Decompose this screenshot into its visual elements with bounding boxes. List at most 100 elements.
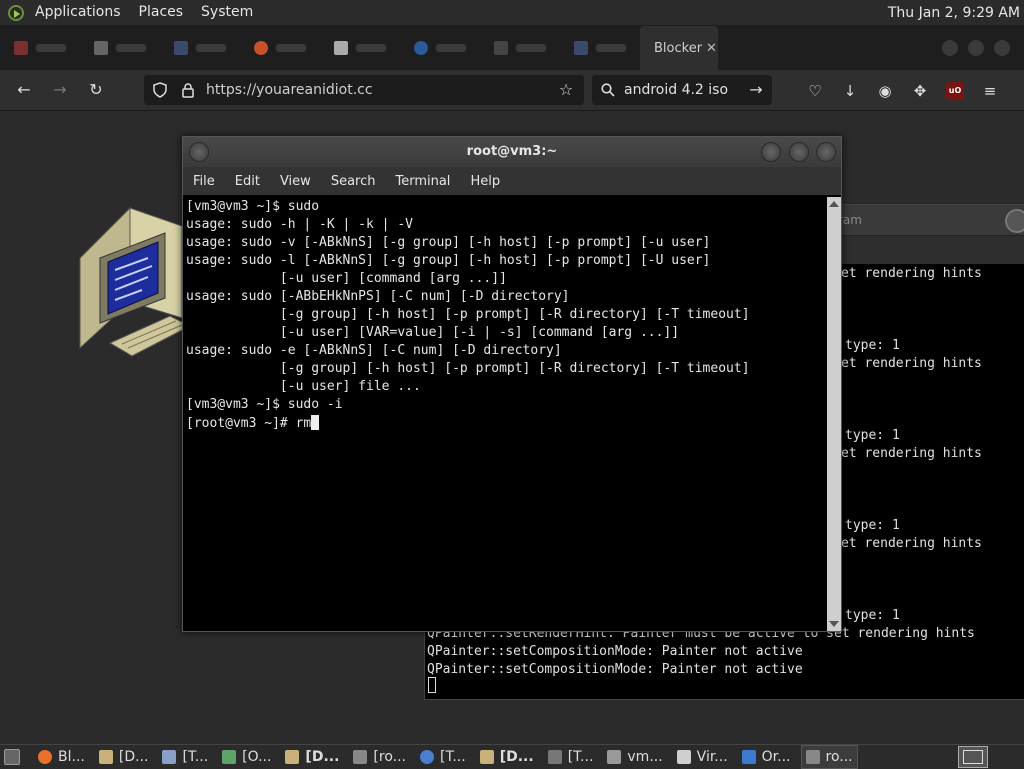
taskbar-item[interactable]: [D... xyxy=(95,746,153,768)
bg-terminal-line: et rendering hints xyxy=(841,356,982,371)
taskbar-item[interactable]: [O... xyxy=(218,746,275,768)
computer-illustration-icon xyxy=(79,206,190,357)
menu-places[interactable]: Places xyxy=(130,0,193,25)
close-tab-icon[interactable]: ✕ xyxy=(706,41,717,56)
maximize-icon[interactable] xyxy=(968,40,984,56)
search-bar[interactable]: android 4.2 iso → xyxy=(592,75,772,105)
hamburger-menu-icon[interactable]: ≡ xyxy=(981,82,999,100)
account-icon[interactable]: ◉ xyxy=(876,82,894,100)
menu-system[interactable]: System xyxy=(192,0,262,25)
menu-applications[interactable]: Applications xyxy=(26,0,130,25)
menu-search[interactable]: Search xyxy=(321,174,386,189)
close-icon[interactable] xyxy=(994,40,1010,56)
terminal-line: [-g group] [-h host] [-p prompt] [-R dir… xyxy=(186,307,750,322)
tab-favicon-icon xyxy=(14,41,28,55)
lock-icon[interactable] xyxy=(180,82,196,98)
toolbar-icons: ♡ ↓ ◉ ✥ uO ≡ xyxy=(806,82,999,100)
terminal-window[interactable]: root@vm3:~ File Edit View Search Termina… xyxy=(182,136,842,632)
terminal-line: [vm3@vm3 ~]$ sudo xyxy=(186,199,320,214)
taskbar-item[interactable]: [D... xyxy=(476,746,538,768)
document-icon xyxy=(547,750,562,764)
virtualbox-icon xyxy=(741,750,756,764)
search-text[interactable]: android 4.2 iso xyxy=(624,82,728,98)
ublock-icon[interactable]: uO xyxy=(946,82,964,100)
shield-icon[interactable] xyxy=(152,82,168,98)
taskbar-item[interactable]: Vir... xyxy=(673,746,732,768)
terminal-line: usage: sudo -h | -K | -k | -V xyxy=(186,217,413,232)
menu-terminal[interactable]: Terminal xyxy=(385,174,460,189)
reload-icon[interactable]: ↻ xyxy=(88,82,104,98)
pocket-icon[interactable]: ♡ xyxy=(806,82,824,100)
bg-terminal-cursor xyxy=(428,677,436,693)
terminal-icon xyxy=(353,750,368,764)
close-icon[interactable] xyxy=(816,142,836,162)
tab[interactable] xyxy=(560,26,640,70)
chromium-icon xyxy=(420,750,434,764)
taskbar-item[interactable]: vm... xyxy=(603,746,666,768)
taskbar-item[interactable]: Or... xyxy=(738,746,795,768)
taskbar-item[interactable]: [ro... xyxy=(349,746,410,768)
lt-icon xyxy=(334,41,348,55)
maximize-icon[interactable] xyxy=(789,142,809,162)
drop-icon xyxy=(414,41,428,55)
taskbar-item[interactable]: [T... xyxy=(416,746,470,768)
download-icon[interactable]: ↓ xyxy=(841,82,859,100)
tab-active[interactable]: Blocker ✕ xyxy=(640,26,718,70)
url-text[interactable]: https://youareanidiot.cc xyxy=(206,82,373,98)
folder-icon xyxy=(479,750,494,764)
tab[interactable] xyxy=(480,26,560,70)
clock[interactable]: Thu Jan 2, 9:29 AM xyxy=(888,5,1024,21)
workspace-switcher[interactable] xyxy=(958,746,988,768)
tab[interactable] xyxy=(80,26,160,70)
terminal-line: [vm3@vm3 ~]$ sudo -i xyxy=(186,397,343,412)
terminal-cursor xyxy=(311,415,320,430)
minimize-icon[interactable] xyxy=(761,142,781,162)
taskbar-item[interactable]: [D... xyxy=(281,746,343,768)
reddit-icon xyxy=(254,41,268,55)
menu-view[interactable]: View xyxy=(270,174,321,189)
show-desktop-icon[interactable] xyxy=(0,746,24,768)
menu-edit[interactable]: Edit xyxy=(225,174,270,189)
menu-file[interactable]: File xyxy=(183,174,225,189)
menu-help[interactable]: Help xyxy=(460,174,510,189)
scroll-up-icon[interactable] xyxy=(829,201,839,207)
terminal-line: usage: sudo -l [-ABkNnS] [-g group] [-h … xyxy=(186,253,711,268)
extensions-icon[interactable]: ✥ xyxy=(911,82,929,100)
terminal-title: root@vm3:~ xyxy=(466,144,558,159)
minimize-icon[interactable] xyxy=(942,40,958,56)
bg-terminal-line: type: 1 xyxy=(845,608,900,623)
terminal-titlebar[interactable]: root@vm3:~ xyxy=(183,137,841,167)
printer-icon xyxy=(162,750,177,764)
scroll-down-icon[interactable] xyxy=(829,621,839,627)
taskbar-item-active[interactable]: ro... xyxy=(800,745,858,769)
top-panel: Applications Places System Thu Jan 2, 9:… xyxy=(0,0,1024,26)
url-bar[interactable]: https://youareanidiot.cc ☆ xyxy=(144,75,584,105)
bracket-icon xyxy=(574,41,588,55)
bg-close-icon[interactable] xyxy=(1005,209,1024,233)
tab-strip: Blocker ✕ xyxy=(0,26,1024,70)
back-icon[interactable]: ← xyxy=(16,82,32,98)
forward-icon[interactable]: → xyxy=(52,82,68,98)
taskbar-item[interactable]: Bl... xyxy=(34,746,89,768)
terminal-line: [-u user] file ... xyxy=(186,379,421,394)
tab[interactable] xyxy=(320,26,400,70)
terminal-prompt-line[interactable]: [root@vm3 ~]# rm xyxy=(186,415,320,431)
bracket-icon xyxy=(174,41,188,55)
star-icon[interactable]: ☆ xyxy=(558,82,574,98)
taskbar-item[interactable]: [T... xyxy=(158,746,212,768)
tab[interactable] xyxy=(400,26,480,70)
terminal-scrollbar[interactable] xyxy=(827,197,841,631)
terminal-output[interactable]: [vm3@vm3 ~]$ sudo usage: sudo -h | -K | … xyxy=(183,197,825,631)
bg-terminal-line: QPainter::setCompositionMode: Painter no… xyxy=(427,644,803,659)
tab[interactable] xyxy=(0,26,80,70)
window-menu-icon[interactable] xyxy=(189,142,209,162)
search-icon xyxy=(600,82,616,98)
bg-terminal-line: type: 1 xyxy=(845,428,900,443)
tab[interactable] xyxy=(160,26,240,70)
taskbar: Bl... [D... [T... [O... [D... [ro... [T.… xyxy=(0,744,1024,769)
window-controls xyxy=(942,40,1024,56)
distro-logo-icon[interactable] xyxy=(8,4,24,21)
go-arrow-icon[interactable]: → xyxy=(748,82,764,98)
taskbar-item[interactable]: [T... xyxy=(544,746,598,768)
tab[interactable] xyxy=(240,26,320,70)
